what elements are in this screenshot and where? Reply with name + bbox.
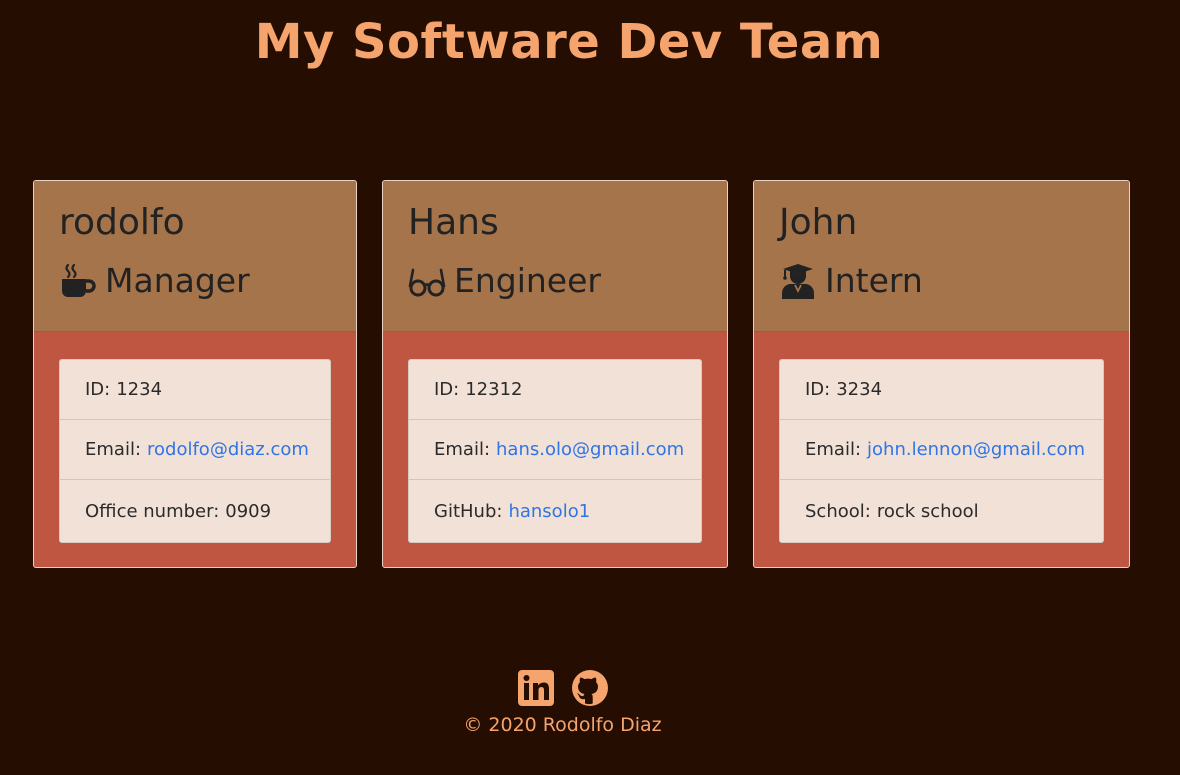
employee-card-intern: John Intern ID: 3234 Email: john.lennon@… [753,180,1130,568]
employee-info-list: ID: 12312 Email: hans.olo@gmail.com GitH… [408,359,702,543]
coffee-mug-icon [59,262,97,300]
linkedin-icon[interactable] [517,669,555,707]
info-value: 1234 [116,379,163,400]
github-link[interactable]: hansolo1 [508,501,590,522]
info-label: Email: [434,439,491,460]
employee-role-label: Engineer [454,261,601,300]
employee-role: Engineer [408,259,727,303]
employee-role: Intern [779,259,1129,303]
info-label: Email: [85,439,142,460]
info-label: ID: [434,379,460,400]
info-value: 0909 [225,500,272,522]
employee-role-label: Intern [825,261,923,300]
info-item-office-number: Office number: 0909 [60,480,330,542]
info-value: 3234 [836,379,883,400]
email-link[interactable]: john.lennon@gmail.com [867,439,1085,460]
info-label: GitHub: [434,500,503,522]
page-title: My Software Dev Team [254,14,884,70]
info-item-id: ID: 1234 [60,360,330,420]
info-item-email: Email: rodolfo@diaz.com [60,420,330,480]
github-icon[interactable] [571,669,609,707]
glasses-icon [408,262,446,300]
copyright: © 2020 Rodolfo Diaz [463,714,662,736]
info-value: rock school [876,500,979,522]
info-item-id: ID: 12312 [409,360,701,420]
employee-info-list: ID: 1234 Email: rodolfo@diaz.com Office … [59,359,331,543]
employee-role-label: Manager [105,261,250,300]
email-link[interactable]: rodolfo@diaz.com [147,439,309,460]
employee-name: John [779,202,858,243]
email-link[interactable]: hans.olo@gmail.com [496,439,684,460]
employee-name: rodolfo [59,202,185,243]
info-label: Office number: [85,500,220,522]
info-value: 12312 [465,379,523,400]
info-label: Email: [805,439,862,460]
info-item-school: School: rock school [780,480,1103,542]
card-header: Hans Engineer [383,181,727,332]
info-label: School: [805,500,871,522]
card-header: rodolfo Manager [34,181,356,332]
graduate-icon [779,262,817,300]
social-links [0,668,1125,708]
info-item-email: Email: john.lennon@gmail.com [780,420,1103,480]
footer: © 2020 Rodolfo Diaz [0,668,1125,736]
info-item-email: Email: hans.olo@gmail.com [409,420,701,480]
info-label: ID: [85,379,111,400]
employee-info-list: ID: 3234 Email: john.lennon@gmail.com Sc… [779,359,1104,543]
info-item-github: GitHub: hansolo1 [409,480,701,542]
employee-name: Hans [408,202,499,243]
employee-card-manager: rodolfo Manager ID: 1234 Email: rodolfo@… [33,180,357,568]
employee-role: Manager [59,259,356,303]
card-header: John Intern [754,181,1129,332]
employee-card-engineer: Hans Engineer ID: 12312 Email: hans.olo@… [382,180,728,568]
info-item-id: ID: 3234 [780,360,1103,420]
info-label: ID: [805,379,831,400]
